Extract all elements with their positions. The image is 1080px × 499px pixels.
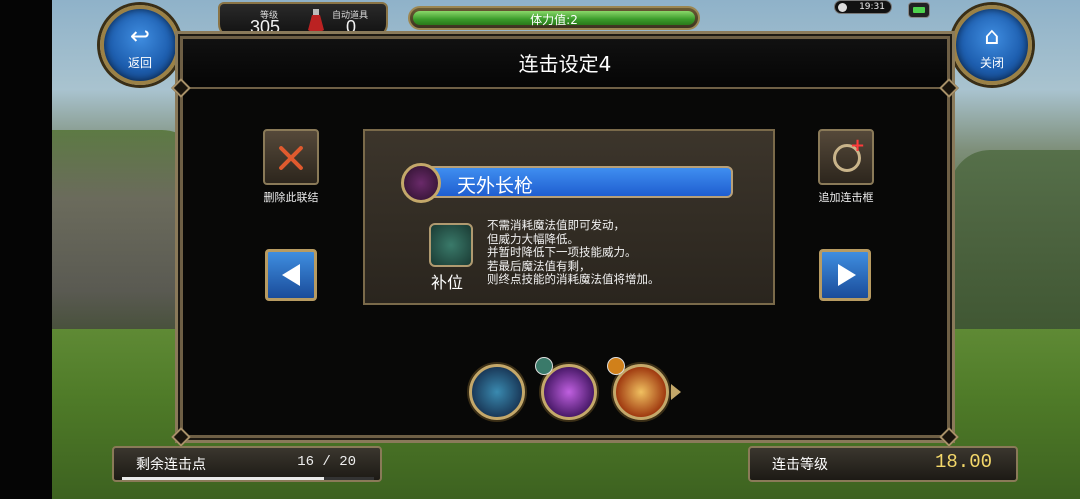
clock-icon — [838, 3, 847, 12]
auto-item-value: 0 — [346, 17, 357, 37]
clock: 19:31 — [834, 0, 892, 14]
add-combo-frame-label: 追加连击框 — [818, 191, 874, 204]
description-line: 不需消耗魔法值即可发动， — [487, 218, 625, 232]
arrow-right-icon — [838, 264, 856, 286]
potion-icon — [308, 9, 324, 33]
delete-link-button[interactable] — [263, 129, 319, 185]
chain-skill-1-icon[interactable] — [469, 364, 525, 420]
dialog-title: 连击设定4 — [183, 39, 947, 89]
skill-detail-panel: 天外长枪 补位 不需消耗魔法值即可发动， 但威力大幅降低。 并暂时降低下一项技能… — [363, 129, 775, 305]
skill-badge-icon — [607, 357, 625, 375]
filler-skill-icon — [429, 223, 473, 267]
description-line: 并暂时降低下一项技能威力。 — [487, 245, 637, 259]
remaining-progress-bar — [122, 477, 374, 480]
skill-name: 天外长枪 — [457, 175, 534, 197]
close-button[interactable]: ⌂ 关闭 — [952, 5, 1032, 85]
battery-icon — [908, 2, 930, 18]
left-edge — [0, 0, 52, 499]
combo-level-label: 连击等级 — [772, 457, 828, 473]
plus-icon: + — [850, 135, 866, 156]
stamina-text: 体力值:2 — [530, 13, 578, 27]
combo-settings-dialog: 连击设定4 删除此联结 + 追加连击框 天外长枪 补位 不需消耗魔法值即可发动，… — [171, 36, 959, 447]
skill-description: 不需消耗魔法值即可发动， 但威力大幅降低。 并暂时降低下一项技能威力。 若最后魔… — [487, 218, 767, 287]
description-line: 但威力大幅降低。 — [487, 231, 579, 246]
remaining-label: 剩余连击点 — [136, 457, 206, 473]
arrow-left-icon — [282, 264, 300, 286]
delete-link-label: 删除此联结 — [263, 191, 319, 204]
remaining-progress-fill — [122, 477, 324, 480]
level-value: 305 — [250, 17, 281, 37]
back-arrow-icon: ↩ — [129, 22, 151, 50]
add-combo-frame-button[interactable]: + — [818, 129, 874, 185]
back-button[interactable]: ↩ 返回 — [100, 5, 180, 85]
clock-text: 19:31 — [859, 2, 885, 12]
filler-badge-icon — [535, 357, 553, 375]
combo-level-panel: 连击等级 18.00 — [748, 446, 1018, 482]
close-label: 关闭 — [979, 56, 1004, 70]
home-icon: ⌂ — [984, 22, 1000, 50]
chain-end-arrow-icon — [671, 384, 681, 400]
stamina-bar: 体力值:2 — [408, 6, 700, 30]
player-status-panel: 等级 305 自动道具 0 — [218, 2, 388, 38]
combo-level-value: 18.00 — [934, 451, 992, 473]
skill-name-bar[interactable]: 天外长枪 — [411, 166, 733, 198]
filler-caption: 补位 — [431, 273, 464, 292]
back-label: 返回 — [127, 56, 152, 70]
description-line: 若最后魔法值有剩， — [487, 258, 591, 273]
remaining-value: 16 / 20 — [297, 454, 356, 470]
description-line: 则终点技能的消耗魔法值将增加。 — [487, 272, 660, 286]
next-arrow-button[interactable] — [819, 249, 871, 301]
rock-hill-right — [950, 150, 1080, 340]
previous-arrow-button[interactable] — [265, 249, 317, 301]
remaining-combo-points-panel: 剩余连击点 16 / 20 — [112, 446, 382, 482]
spear-skill-icon — [401, 163, 441, 203]
